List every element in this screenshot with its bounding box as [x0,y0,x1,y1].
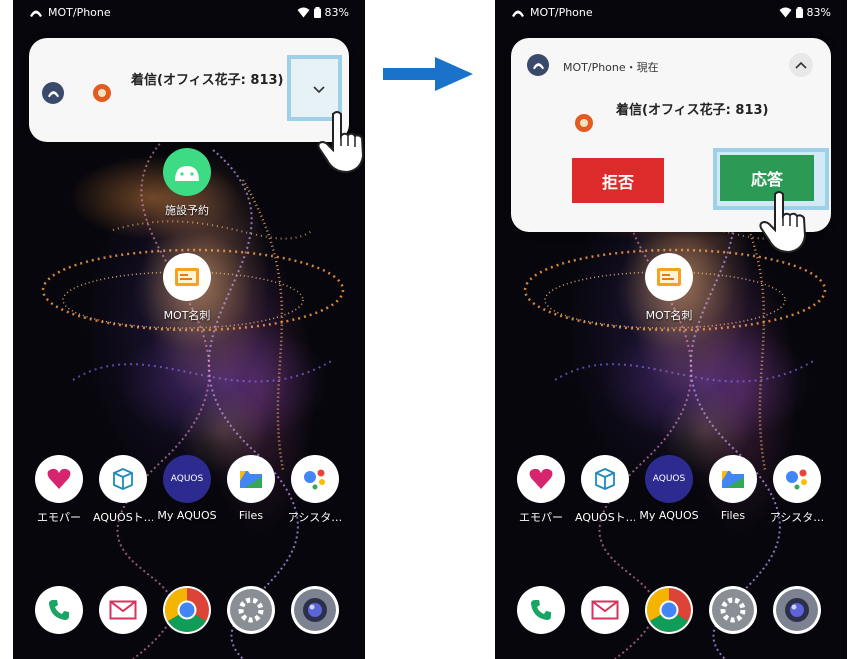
notification-title: 着信(オフィス花子: 813) [131,73,284,88]
cube-icon [581,455,629,503]
app-label: アシスタ… [769,511,825,524]
app-my-aquos[interactable]: AQUOS My AQUOS [157,455,217,522]
chevron-up-icon [795,61,807,69]
app-label: エモパー [37,511,81,524]
decline-button[interactable]: 拒否 [572,158,664,203]
assistant-icon [773,455,821,503]
chrome-dock-button[interactable] [645,586,693,634]
status-carrier: MOT/Phone [48,6,111,19]
expand-button[interactable] [307,78,331,102]
camera-dock-button[interactable] [773,586,821,634]
assistant-icon [291,455,339,503]
app-assistant[interactable]: アシスタ… [285,455,345,525]
phone-dock-button[interactable] [517,586,565,634]
cube-icon [99,455,147,503]
app-label: エモパー [519,511,563,524]
tap-hand-icon [759,191,807,254]
aquos-icon: AQUOS [163,455,211,503]
app-label: Files [238,509,264,522]
notification-title: 着信(オフィス花子: 813) [616,103,769,118]
app-my-aquos[interactable]: AQUOS My AQUOS [639,455,699,522]
app-facility-booking[interactable]: 施設予約 [157,148,217,218]
status-carrier: MOT/Phone [530,6,593,19]
app-label: Files [720,509,746,522]
aquos-icon-text: AQUOS [652,474,686,484]
phone-icon [49,600,69,620]
phone-app-icon [527,54,549,76]
app-label: My AQUOS [639,509,699,522]
phone-icon [531,600,551,620]
chrome-icon [165,588,209,632]
heart-icon [35,455,83,503]
app-label: アシスタ… [287,511,343,524]
incoming-call-notification[interactable]: 着信(オフィス花子: 813) [29,38,349,142]
tap-hand-icon [317,111,365,174]
settings-icon [712,589,754,631]
battery-icon [795,7,803,18]
phone-app-status-icon [30,10,42,17]
camera-icon [776,589,818,631]
app-label: AQUOSト… [93,511,153,524]
mail-dock-button[interactable] [581,586,629,634]
mail-dock-button[interactable] [99,586,147,634]
app-aquos-tricks[interactable]: AQUOSト… [575,455,635,525]
status-bar: MOT/Phone 83% [495,0,847,26]
android-icon [163,148,211,196]
camera-dock-button[interactable] [291,586,339,634]
battery-percent: 83% [324,6,349,19]
app-mot-card[interactable]: MOT名刺 [157,253,217,323]
settings-icon [230,589,272,631]
business-card-icon [645,253,693,301]
app-emopa[interactable]: エモパー [29,455,89,525]
chevron-down-icon [313,86,325,94]
files-icon [709,455,757,503]
mail-icon [591,600,619,620]
status-bar: MOT/Phone 83% [13,0,365,26]
chrome-dock-button[interactable] [163,586,211,634]
app-label: AQUOSト… [575,511,635,524]
app-files[interactable]: Files [221,455,281,522]
app-assistant[interactable]: アシスタ… [767,455,827,525]
caller-avatar-icon [575,114,593,132]
wifi-icon [779,7,792,18]
caller-avatar-icon [93,84,111,102]
app-label: My AQUOS [157,509,217,522]
phone-app-icon [42,82,64,104]
app-label: MOT名刺 [163,309,211,322]
transition-arrow-icon [383,57,473,91]
battery-icon [313,7,321,18]
app-label: 施設予約 [165,204,209,217]
files-icon [227,455,275,503]
collapse-button[interactable] [789,53,813,77]
settings-dock-button[interactable] [227,586,275,634]
app-label: MOT名刺 [645,309,693,322]
settings-dock-button[interactable] [709,586,757,634]
aquos-icon: AQUOS [645,455,693,503]
home-screen-right: MOT/Phone 83% MOT/Phone・現在 着信(オフィス花子: 81… [495,0,847,659]
app-aquos-tricks[interactable]: AQUOSト… [93,455,153,525]
heart-icon [517,455,565,503]
notification-header: MOT/Phone・現在 [563,61,659,74]
battery-percent: 83% [806,6,831,19]
home-screen-left: MOT/Phone 83% 着信(オフィス花子: 813) 施設予約 MOT名刺… [13,0,365,659]
camera-icon [294,589,336,631]
aquos-icon-text: AQUOS [170,474,204,484]
business-card-icon [163,253,211,301]
wifi-icon [297,7,310,18]
phone-dock-button[interactable] [35,586,83,634]
app-files[interactable]: Files [703,455,763,522]
app-emopa[interactable]: エモパー [511,455,571,525]
app-mot-card[interactable]: MOT名刺 [639,253,699,323]
chrome-icon [647,588,691,632]
mail-icon [109,600,137,620]
phone-app-status-icon [512,10,524,17]
